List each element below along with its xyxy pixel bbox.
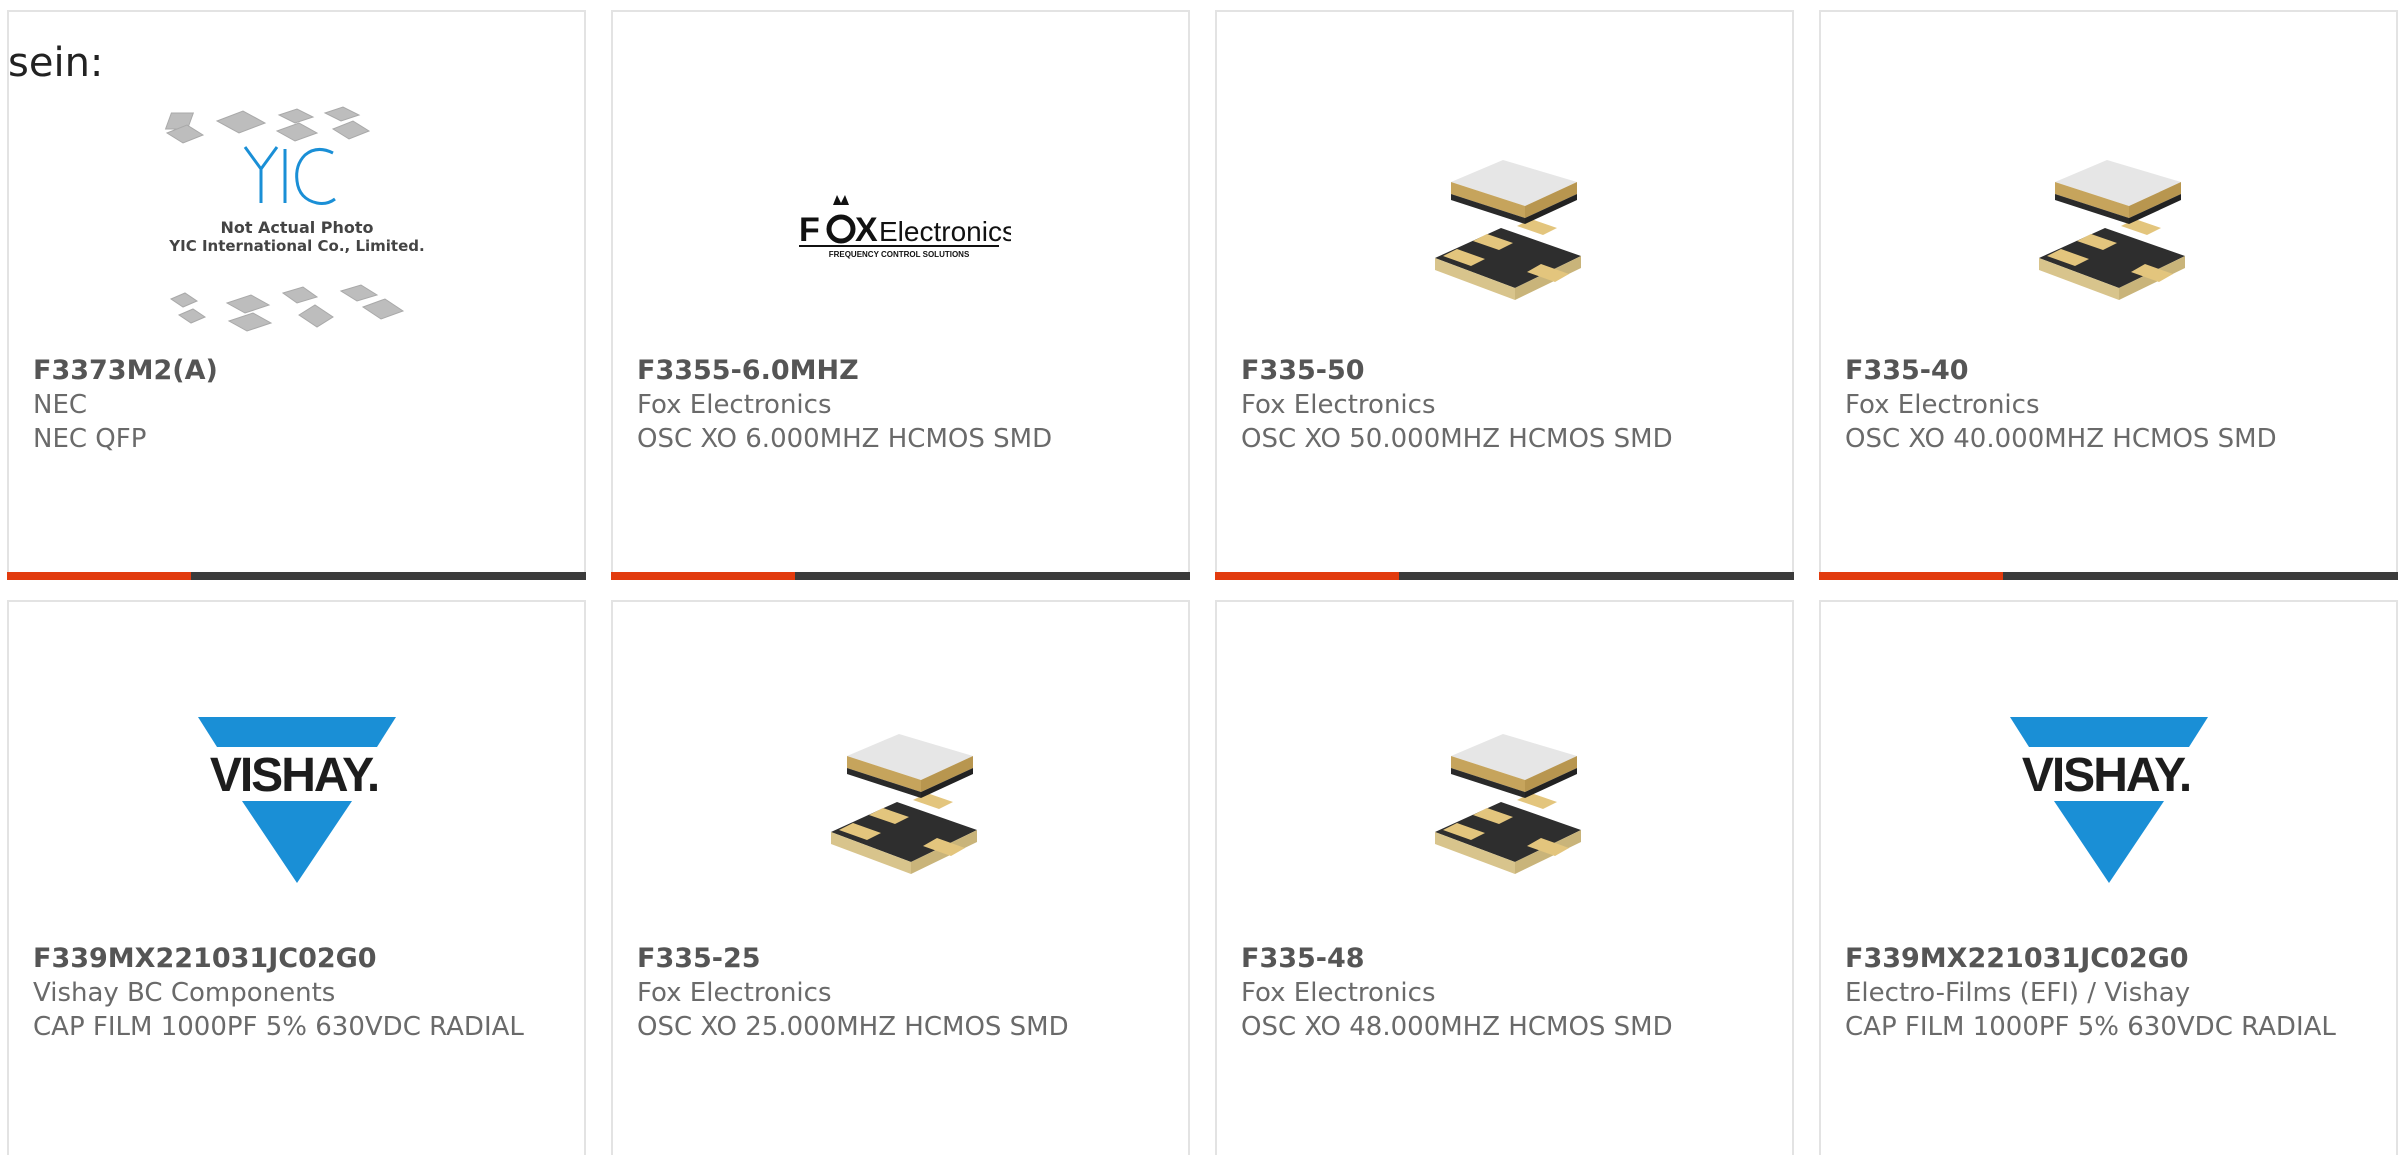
- intro-text: sein:: [8, 40, 104, 86]
- part-number[interactable]: F335-25: [637, 942, 1168, 976]
- yic-note-line1: Not Actual Photo: [220, 218, 373, 237]
- product-info: F339MX221031JC02G0 Vishay BC Components …: [33, 942, 564, 1044]
- product-description: CAP FILM 1000PF 5% 630VDC RADIAL: [1845, 1012, 2336, 1042]
- card-bar-accent: [611, 572, 795, 580]
- product-card[interactable]: F335-48 Fox Electronics OSC XO 48.000MHZ…: [1215, 600, 1794, 1155]
- fox-logo-letter-x: X: [855, 211, 878, 249]
- crystal-package: [830, 734, 977, 874]
- part-number[interactable]: F3355-6.0MHZ: [637, 354, 1168, 388]
- manufacturer: Fox Electronics: [1241, 978, 1436, 1008]
- part-number[interactable]: F335-50: [1241, 354, 1772, 388]
- product-card[interactable]: F X Electronics FREQUENCY CONTROL SOLUTI…: [611, 10, 1190, 580]
- fox-logo-electronics: Electronics: [879, 216, 1011, 247]
- card-bottom-bar: [1819, 572, 2398, 580]
- part-number[interactable]: F339MX221031JC02G0: [1845, 942, 2376, 976]
- vishay-logo-text: VISHAY.: [2021, 749, 2189, 802]
- product-card[interactable]: Not Actual Photo YIC International Co., …: [7, 10, 586, 580]
- fox-head-icon: [832, 195, 849, 205]
- part-number[interactable]: F335-40: [1845, 354, 2376, 388]
- smd-crystal-image: [1217, 92, 1792, 364]
- product-card[interactable]: F335-50 Fox Electronics OSC XO 50.000MHZ…: [1215, 10, 1794, 580]
- product-description: CAP FILM 1000PF 5% 630VDC RADIAL: [33, 1012, 524, 1042]
- card-bar-accent: [1819, 572, 2003, 580]
- product-grid-page: sein: Not Actual Photo YIC International…: [0, 0, 2400, 1155]
- card-bottom-bar: [611, 572, 1190, 580]
- product-info: F335-48 Fox Electronics OSC XO 48.000MHZ…: [1241, 942, 1772, 1044]
- manufacturer: Fox Electronics: [637, 978, 832, 1008]
- smd-crystal-image: [613, 662, 1188, 942]
- manufacturer: Fox Electronics: [637, 390, 832, 420]
- product-description: OSC XO 6.000MHZ HCMOS SMD: [637, 424, 1053, 454]
- product-info: F335-40 Fox Electronics OSC XO 40.000MHZ…: [1845, 354, 2376, 456]
- card-bar-accent: [1215, 572, 1399, 580]
- product-card[interactable]: VISHAY. F339MX221031JC02G0 Electro-Films…: [1819, 600, 2398, 1155]
- manufacturer: Fox Electronics: [1241, 390, 1436, 420]
- smd-crystal-image: [1217, 662, 1792, 942]
- card-bottom-bar: [1215, 572, 1794, 580]
- vishay-logo: VISHAY.: [9, 662, 584, 942]
- manufacturer: Vishay BC Components: [33, 978, 336, 1008]
- part-number[interactable]: F335-48: [1241, 942, 1772, 976]
- manufacturer: Fox Electronics: [1845, 390, 2040, 420]
- manufacturer: Electro-Films (EFI) / Vishay: [1845, 978, 2191, 1008]
- product-info: F339MX221031JC02G0 Electro-Films (EFI) /…: [1845, 942, 2376, 1044]
- part-number[interactable]: F339MX221031JC02G0: [33, 942, 564, 976]
- crystal-package: [1434, 160, 1581, 300]
- card-bottom-bar: [7, 572, 586, 580]
- product-card[interactable]: F335-25 Fox Electronics OSC XO 25.000MHZ…: [611, 600, 1190, 1155]
- product-description: OSC XO 40.000MHZ HCMOS SMD: [1845, 424, 2277, 454]
- crystal-package: [1434, 734, 1581, 874]
- fox-logo-o: [826, 214, 855, 244]
- vishay-logo-text: VISHAY.: [209, 749, 377, 802]
- fox-logo-letter-f: F: [799, 211, 820, 249]
- card-bar-accent: [7, 572, 191, 580]
- product-info: F3355-6.0MHZ Fox Electronics OSC XO 6.00…: [637, 354, 1168, 456]
- product-info: F3373M2(A) NEC NEC QFP: [33, 354, 564, 456]
- product-image-placeholder: Not Actual Photo YIC International Co., …: [9, 92, 584, 364]
- yic-note-line2: YIC International Co., Limited.: [168, 237, 424, 255]
- fox-logo-tagline: FREQUENCY CONTROL SOLUTIONS: [828, 250, 969, 259]
- product-description: OSC XO 48.000MHZ HCMOS SMD: [1241, 1012, 1673, 1042]
- product-description: NEC QFP: [33, 424, 147, 454]
- product-description: OSC XO 25.000MHZ HCMOS SMD: [637, 1012, 1069, 1042]
- part-number[interactable]: F3373M2(A): [33, 354, 564, 388]
- product-description: OSC XO 50.000MHZ HCMOS SMD: [1241, 424, 1673, 454]
- fox-electronics-logo: F X Electronics FREQUENCY CONTROL SOLUTI…: [613, 92, 1188, 364]
- product-info: F335-50 Fox Electronics OSC XO 50.000MHZ…: [1241, 354, 1772, 456]
- manufacturer: NEC: [33, 390, 88, 420]
- crystal-package: [2038, 160, 2185, 300]
- vishay-logo: VISHAY.: [1821, 662, 2396, 942]
- smd-crystal-image: [1821, 92, 2396, 364]
- product-info: F335-25 Fox Electronics OSC XO 25.000MHZ…: [637, 942, 1168, 1044]
- product-card[interactable]: F335-40 Fox Electronics OSC XO 40.000MHZ…: [1819, 10, 2398, 580]
- product-card[interactable]: VISHAY. F339MX221031JC02G0 Vishay BC Com…: [7, 600, 586, 1155]
